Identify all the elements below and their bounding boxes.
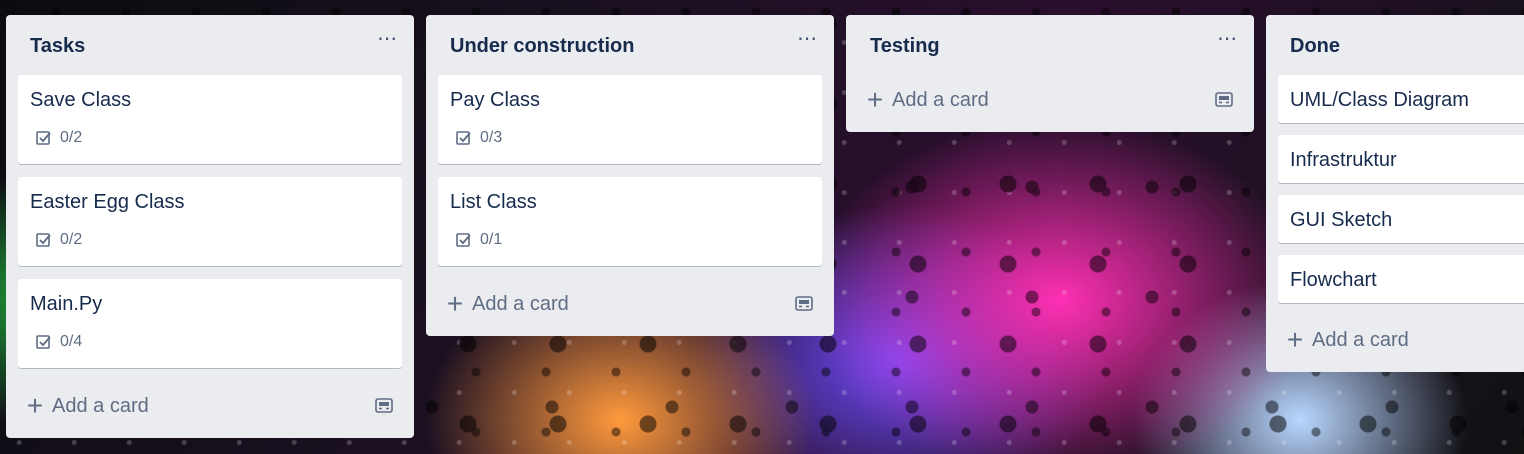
card-title: List Class <box>450 191 537 213</box>
checklist-badge: 0/4 <box>36 333 82 351</box>
card[interactable]: List Class 0/1 <box>438 177 822 266</box>
card-title: Infrastruktur <box>1290 149 1397 171</box>
list-under-construction: Under construction ⋯ Pay Class 0/3 List … <box>426 15 834 336</box>
add-card-button[interactable]: + Add a card <box>16 388 402 424</box>
list-testing: Testing ⋯ + Add a card <box>846 15 1254 132</box>
add-card-label: Add a card <box>892 88 989 111</box>
card-title: Flowchart <box>1290 269 1377 291</box>
plus-icon: + <box>446 288 464 319</box>
card-template-icon[interactable] <box>794 294 814 314</box>
checklist-count: 0/4 <box>60 333 83 350</box>
list-header: Done <box>1266 15 1524 73</box>
card[interactable]: GUI Sketch <box>1278 195 1524 243</box>
list-title[interactable]: Under construction <box>450 35 634 58</box>
checklist-count: 0/1 <box>480 231 503 248</box>
checklist-count: 0/2 <box>60 231 83 248</box>
list-menu-icon[interactable]: ⋯ <box>797 29 818 49</box>
checklist-icon <box>36 335 51 349</box>
checklist-badge: 0/3 <box>456 129 502 147</box>
list-header: Testing ⋯ <box>846 15 1254 73</box>
card-template-icon[interactable] <box>374 396 394 416</box>
card-template-icon[interactable] <box>1214 90 1234 110</box>
plus-icon: + <box>26 390 44 421</box>
checklist-icon <box>36 131 51 145</box>
add-card-label: Add a card <box>472 292 569 315</box>
card[interactable]: Easter Egg Class 0/2 <box>18 177 402 266</box>
checklist-icon <box>456 131 471 145</box>
checklist-count: 0/2 <box>60 129 83 146</box>
list-header: Tasks ⋯ <box>6 15 414 73</box>
list-menu-icon[interactable]: ⋯ <box>377 29 398 49</box>
checklist-badge: 0/2 <box>36 129 82 147</box>
add-card-button[interactable]: + Add a card <box>856 82 1242 118</box>
card[interactable]: Pay Class 0/3 <box>438 75 822 164</box>
checklist-badge: 0/2 <box>36 231 82 249</box>
list-header: Under construction ⋯ <box>426 15 834 73</box>
add-card-label: Add a card <box>52 394 149 417</box>
card-title: Pay Class <box>450 89 541 111</box>
list-menu-icon[interactable]: ⋯ <box>1217 29 1238 49</box>
card-title: Save Class <box>30 89 132 111</box>
card-title: Easter Egg Class <box>30 191 185 213</box>
add-card-button[interactable]: + Add a card <box>1276 322 1524 358</box>
list-title[interactable]: Done <box>1290 35 1340 58</box>
list-done: Done UML/Class Diagram Infrastruktur GUI… <box>1266 15 1524 372</box>
card-title: UML/Class Diagram <box>1290 89 1469 111</box>
checklist-count: 0/3 <box>480 129 503 146</box>
card[interactable]: UML/Class Diagram <box>1278 75 1524 123</box>
card[interactable]: Main.Py 0/4 <box>18 279 402 368</box>
card[interactable]: Flowchart <box>1278 255 1524 303</box>
card[interactable]: Save Class 0/2 <box>18 75 402 164</box>
plus-icon: + <box>866 84 884 115</box>
card-title: Main.Py <box>30 293 103 315</box>
checklist-icon <box>456 233 471 247</box>
checklist-badge: 0/1 <box>456 231 502 249</box>
list-tasks: Tasks ⋯ Save Class 0/2 Easter Egg Class … <box>6 15 414 438</box>
card[interactable]: Infrastruktur <box>1278 135 1524 183</box>
plus-icon: + <box>1286 324 1304 355</box>
add-card-label: Add a card <box>1312 328 1409 351</box>
list-title[interactable]: Tasks <box>30 35 85 58</box>
card-title: GUI Sketch <box>1290 209 1393 231</box>
list-title[interactable]: Testing <box>870 35 940 58</box>
checklist-icon <box>36 233 51 247</box>
add-card-button[interactable]: + Add a card <box>436 286 822 322</box>
